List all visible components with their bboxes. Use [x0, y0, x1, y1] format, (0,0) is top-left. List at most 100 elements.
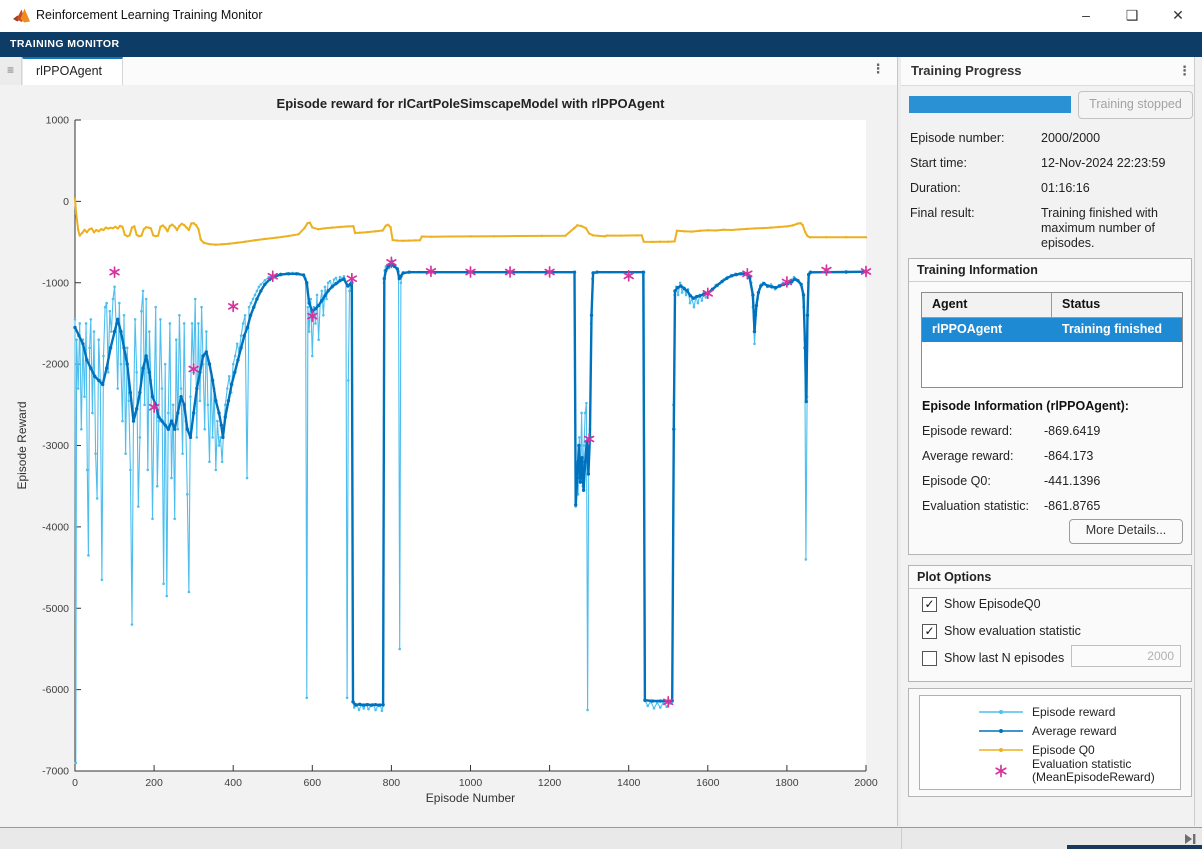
start-time-value: 12-Nov-2024 22:23:59 — [1041, 156, 1191, 171]
training-progress-bar — [909, 96, 1071, 113]
legend-label: Episode reward — [1032, 706, 1115, 719]
training-information-title: Training Information — [917, 263, 1038, 277]
svg-text:-5000: -5000 — [42, 603, 69, 615]
show-episodeq0-label: Show EpisodeQ0 — [944, 597, 1041, 611]
divider — [909, 588, 1191, 589]
asterisk-marker-icon — [978, 763, 1024, 779]
svg-text:Episode Number: Episode Number — [426, 791, 515, 805]
legend-item: Episode reward — [978, 704, 1115, 720]
svg-text:-4000: -4000 — [42, 521, 69, 533]
expand-panel-icon[interactable] — [1183, 832, 1197, 846]
average-reward-value: -864.173 — [1044, 449, 1093, 463]
svg-text:1000: 1000 — [46, 115, 70, 127]
status-cell: Training finished — [1062, 322, 1162, 336]
tab-rlppoagent[interactable]: rlPPOAgent — [22, 57, 123, 85]
table-header-row: Agent Status — [922, 293, 1182, 318]
close-button[interactable]: ✕ — [1155, 0, 1201, 32]
show-last-n-episodes-label: Show last N episodes — [944, 651, 1064, 665]
training-progress-panel: Training Progress ⋮ Training stopped Epi… — [901, 57, 1194, 826]
agent-column-header: Agent — [932, 297, 967, 311]
plot-options-title: Plot Options — [917, 570, 991, 584]
svg-text:1200: 1200 — [538, 777, 562, 789]
average-reward-label: Average reward: — [922, 449, 1014, 463]
document-panel: ≡ rlPPOAgent ⋮ 1000 0 -1000 -2000 -3000 -4000… — [0, 57, 898, 826]
agent-status-table: Agent Status rlPPOAgent Training finishe… — [921, 292, 1183, 388]
svg-text:-2000: -2000 — [42, 359, 69, 371]
toolstrip: TRAINING MONITOR — [0, 32, 1202, 57]
svg-text:0: 0 — [63, 196, 69, 208]
svg-text:800: 800 — [383, 777, 401, 789]
svg-text:0: 0 — [72, 777, 78, 789]
line-marker-icon — [978, 742, 1024, 758]
svg-text:1400: 1400 — [617, 777, 641, 789]
svg-text:-1000: -1000 — [42, 277, 69, 289]
app-window: Reinforcement Learning Training Monitor … — [0, 0, 1202, 849]
right-gutter — [1194, 57, 1202, 826]
episode-reward-value: -869.6419 — [1044, 424, 1100, 438]
show-evaluation-statistic-checkbox[interactable]: ✓ — [922, 624, 937, 639]
legend-label: Average reward — [1032, 725, 1117, 738]
legend-item: Evaluation statistic(MeanEpisodeReward) — [978, 758, 1155, 784]
maximize-button[interactable]: ❑ — [1109, 0, 1155, 32]
minimize-button[interactable]: – — [1063, 0, 1109, 32]
episode-q0-label: Episode Q0: — [922, 474, 991, 488]
line-marker-icon — [978, 723, 1024, 739]
show-last-n-episodes-checkbox[interactable] — [922, 651, 937, 666]
svg-text:600: 600 — [304, 777, 322, 789]
last-n-episodes-input[interactable] — [1071, 645, 1181, 667]
training-plot: 1000 0 -1000 -2000 -3000 -4000 -5000 -6000 -7000… — [0, 85, 897, 825]
episode-number-value: 2000/2000 — [1041, 131, 1191, 146]
title-bar: Reinforcement Learning Training Monitor … — [0, 0, 1202, 32]
tab-list-icon[interactable]: ≡ — [0, 57, 22, 85]
evaluation-statistic-value: -861.8765 — [1044, 499, 1100, 513]
episode-information-title: Episode Information (rlPPOAgent): — [922, 399, 1129, 413]
svg-text:1800: 1800 — [775, 777, 799, 789]
start-time-label: Start time: — [910, 156, 967, 170]
legend-box: Episode reward Average reward Episode Q0Ev… — [919, 695, 1181, 790]
training-information-section: Training Information Agent Status rlPPOA… — [908, 258, 1192, 555]
bottom-accent-strip — [1067, 845, 1202, 849]
window-title: Reinforcement Learning Training Monitor — [36, 8, 263, 22]
column-divider — [1051, 293, 1052, 317]
svg-text:-6000: -6000 — [42, 684, 69, 696]
svg-text:1000: 1000 — [459, 777, 483, 789]
status-bar-divider — [901, 828, 902, 849]
svg-text:1600: 1600 — [696, 777, 720, 789]
plot-panel-menu-icon[interactable]: ⋮ — [869, 61, 887, 81]
panel-header: Training Progress ⋮ — [901, 57, 1194, 86]
legend-label: Evaluation statistic(MeanEpisodeReward) — [1032, 758, 1155, 784]
legend-label: Episode Q0 — [1032, 744, 1095, 757]
final-result-value: Training finished with maximum number of… — [1041, 206, 1191, 251]
episode-q0-value: -441.1396 — [1044, 474, 1100, 488]
line-marker-icon — [978, 704, 1024, 720]
training-stopped-button[interactable]: Training stopped — [1078, 91, 1193, 119]
divider — [909, 281, 1191, 282]
legend-item: Episode Q0 — [978, 742, 1095, 758]
svg-text:200: 200 — [145, 777, 163, 789]
plot-options-section: Plot Options ✓ Show EpisodeQ0 ✓ Show eva… — [908, 565, 1192, 682]
svg-text:-3000: -3000 — [42, 440, 69, 452]
episode-number-label: Episode number: — [910, 131, 1005, 145]
training-figure: 1000 0 -1000 -2000 -3000 -4000 -5000 -6000 -7000… — [0, 85, 897, 825]
svg-text:2000: 2000 — [854, 777, 878, 789]
tab-bar: ≡ rlPPOAgent ⋮ — [0, 57, 897, 86]
status-bar — [0, 827, 1202, 849]
table-row-rlppoagent[interactable]: rlPPOAgent Training finished — [922, 318, 1182, 342]
svg-text:-7000: -7000 — [42, 766, 69, 778]
duration-label: Duration: — [910, 181, 961, 195]
final-result-label: Final result: — [910, 206, 975, 220]
more-details-button[interactable]: More Details... — [1069, 519, 1183, 544]
status-column-header: Status — [1062, 297, 1100, 311]
show-episodeq0-checkbox[interactable]: ✓ — [922, 597, 937, 612]
show-evaluation-statistic-label: Show evaluation statistic — [944, 624, 1081, 638]
matlab-logo-icon — [12, 7, 31, 25]
episode-reward-label: Episode reward: — [922, 424, 1012, 438]
svg-text:400: 400 — [224, 777, 242, 789]
svg-text:Episode reward for rlCartPoleS: Episode reward for rlCartPoleSimscapeMod… — [277, 96, 666, 111]
duration-value: 01:16:16 — [1041, 181, 1191, 196]
toolstrip-tab-training-monitor[interactable]: TRAINING MONITOR — [10, 38, 119, 50]
progress-panel-menu-icon[interactable]: ⋮ — [1178, 63, 1191, 79]
svg-text:Episode Reward: Episode Reward — [15, 401, 29, 489]
panel-title: Training Progress — [911, 63, 1022, 78]
legend-item: Average reward — [978, 723, 1117, 739]
